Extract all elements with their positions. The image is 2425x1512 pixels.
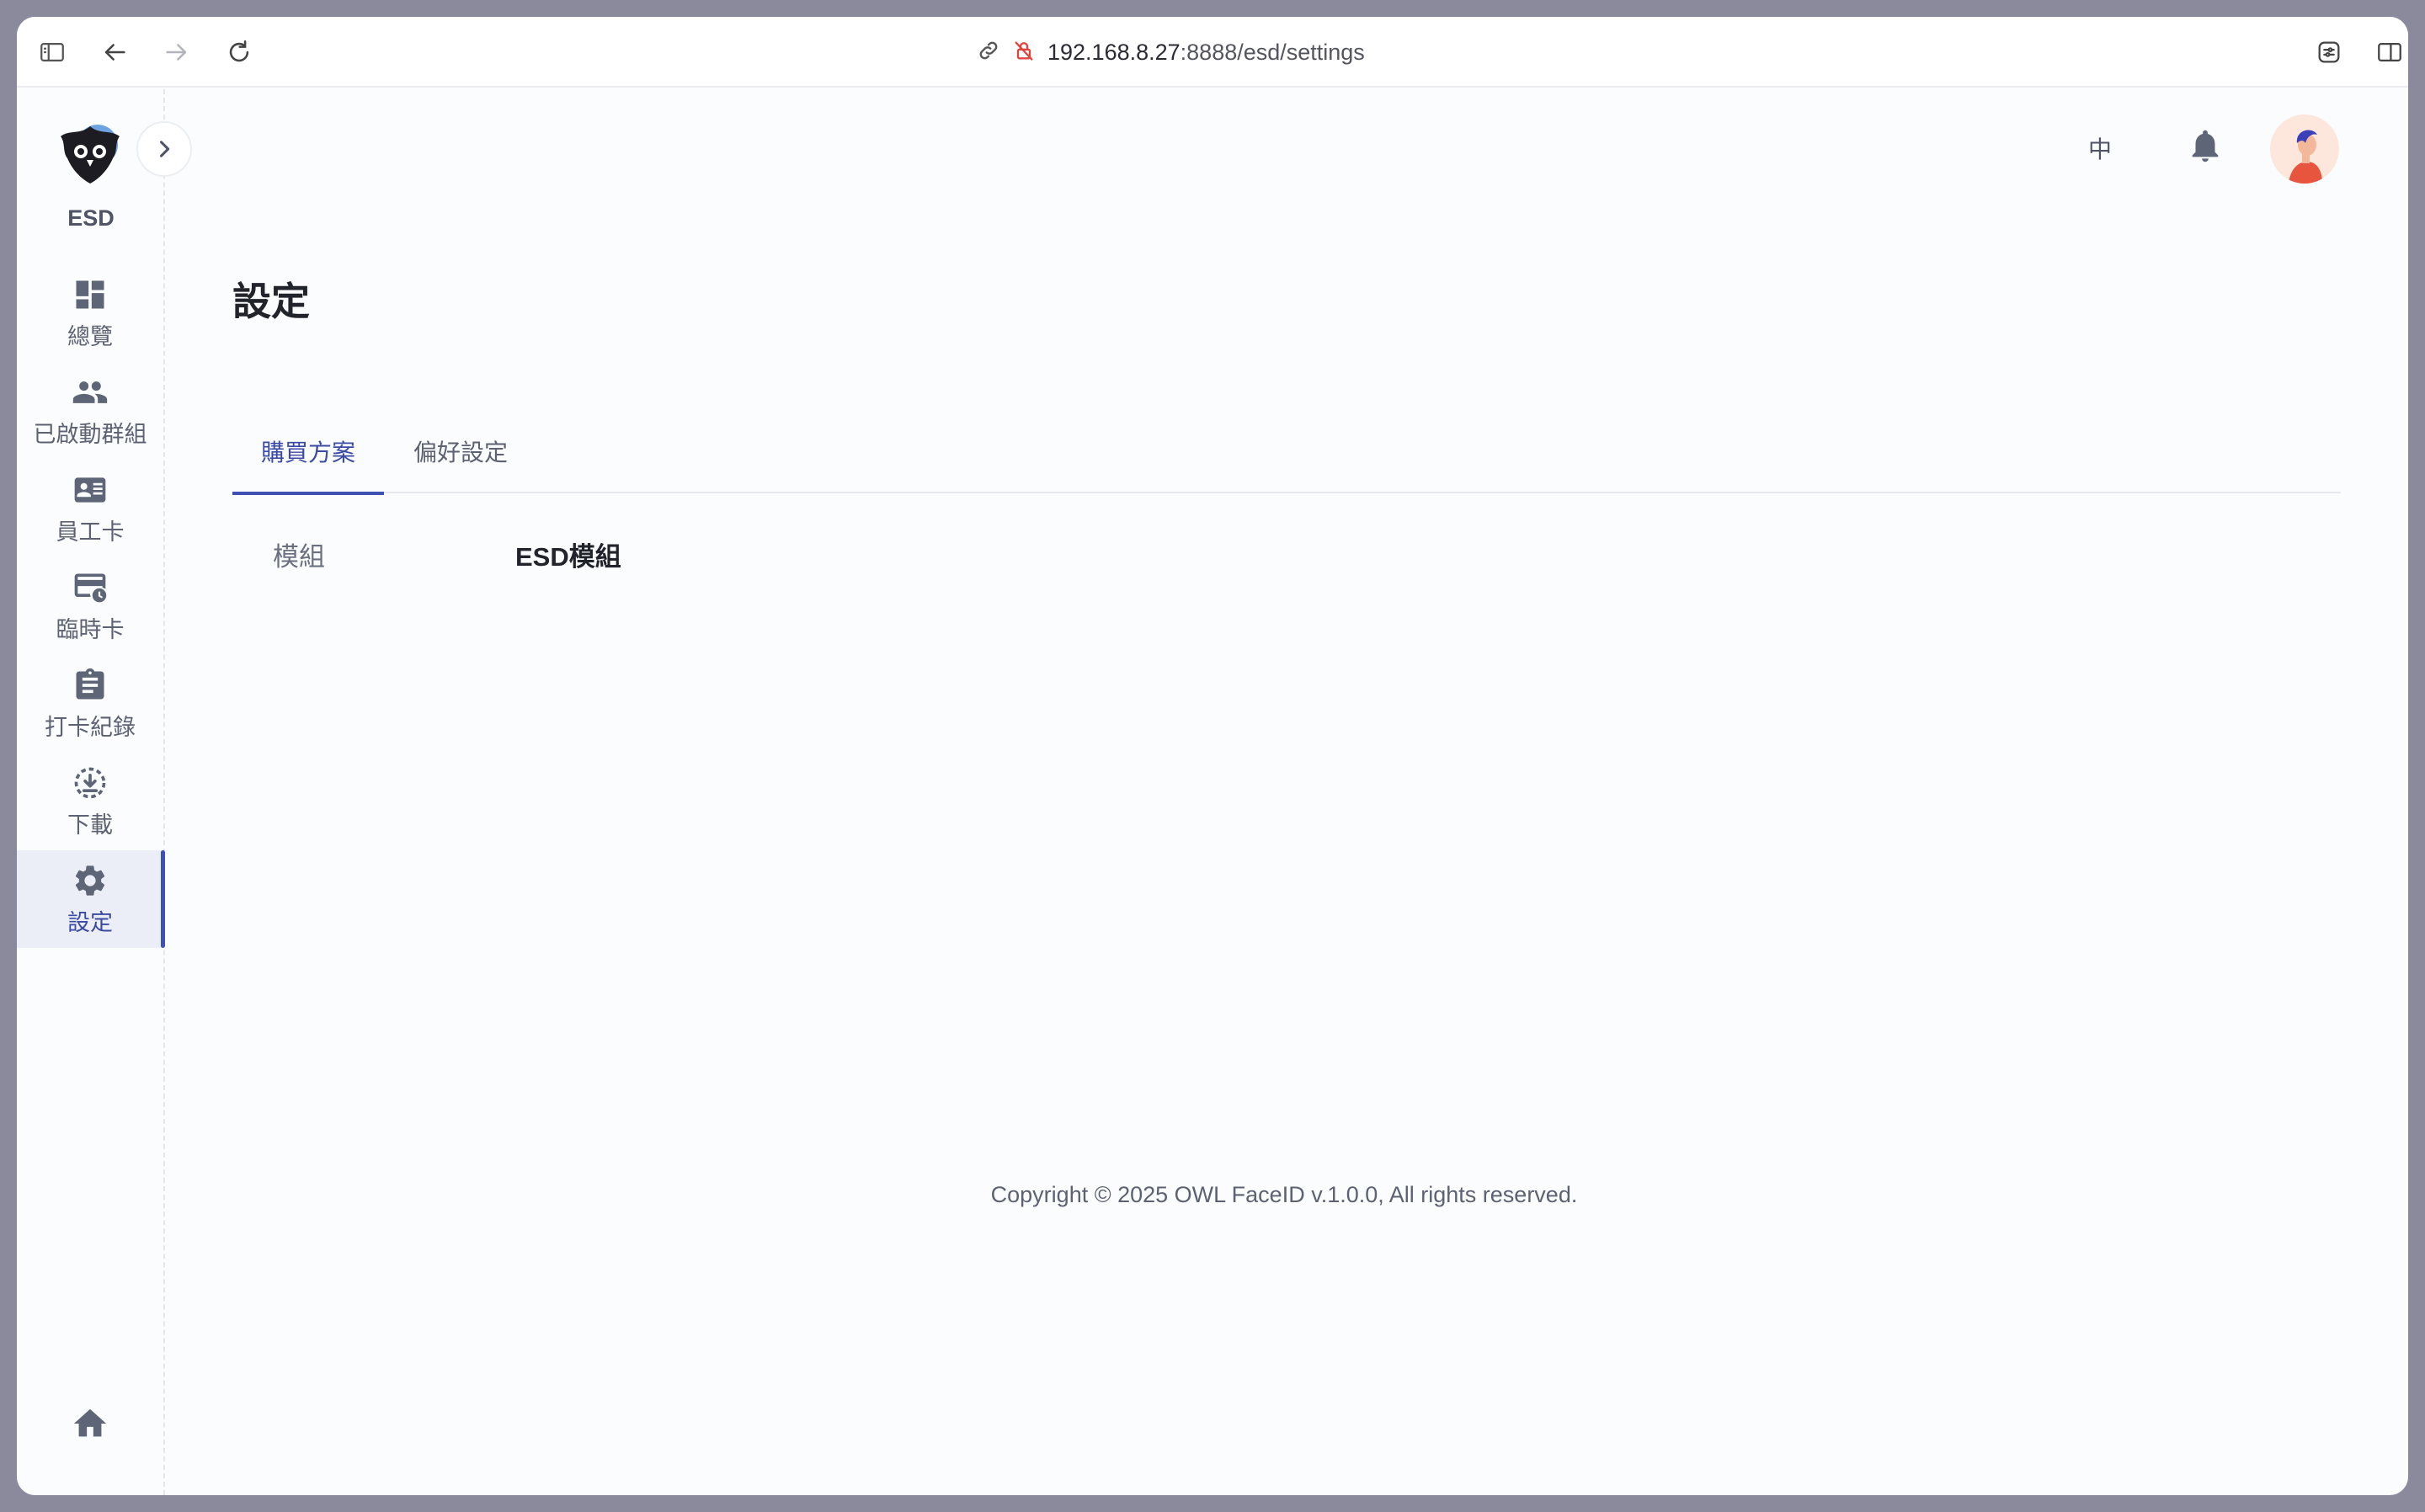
temp-card-icon bbox=[74, 573, 107, 602]
sidebar-item-label: 打卡紀錄 bbox=[45, 714, 136, 740]
dashboard-icon bbox=[76, 280, 104, 308]
footer-copyright: Copyright © 2025 OWL FaceID v.1.0.0, All… bbox=[990, 1182, 1578, 1207]
sidebar-item-label: 總覽 bbox=[67, 323, 113, 349]
sidebar-item-temp-card[interactable]: 臨時卡 bbox=[17, 557, 163, 655]
id-card-icon bbox=[74, 476, 106, 503]
url-path: :8888/esd/settings bbox=[1180, 39, 1365, 65]
sidebar: ESD 總覽 已啟動群組 員工卡 臨時卡 打卡紀錄 下載 設定 bbox=[17, 89, 165, 1495]
sidebar-item-label: 已啟動群組 bbox=[33, 421, 147, 447]
sidebar-item-label: 下載 bbox=[67, 812, 113, 838]
sidebar-item-label: 臨時卡 bbox=[56, 616, 125, 642]
sidebar-item-employee-card[interactable]: 員工卡 bbox=[17, 460, 163, 557]
clipboard-icon bbox=[76, 668, 104, 699]
module-value: ESD模組 bbox=[515, 542, 621, 572]
sidebar-item-settings[interactable]: 設定 bbox=[17, 850, 165, 948]
sidebar-item-active-groups[interactable]: 已啟動群組 bbox=[17, 362, 163, 460]
url-host: 192.168.8.27 bbox=[1047, 39, 1181, 65]
owl-logo bbox=[56, 118, 125, 187]
address-bar[interactable]: 192.168.8.27:8888/esd/settings bbox=[977, 32, 1365, 72]
sidebar-item-download[interactable]: 下載 bbox=[17, 753, 163, 850]
sidebar-nav: 總覽 已啟動群組 員工卡 臨時卡 打卡紀錄 下載 設定 bbox=[17, 264, 165, 948]
url-text: 192.168.8.27:8888/esd/settings bbox=[1047, 40, 1365, 66]
gear-icon bbox=[75, 865, 105, 896]
sidebar-item-clock-records[interactable]: 打卡紀錄 bbox=[17, 655, 163, 753]
insecure-lock-icon bbox=[1012, 39, 1036, 67]
sidebar-item-overview[interactable]: 總覽 bbox=[17, 264, 163, 362]
user-avatar[interactable] bbox=[2270, 114, 2339, 184]
extensions-icon[interactable] bbox=[2312, 35, 2346, 69]
bell-icon bbox=[2192, 130, 2219, 162]
sidebar-item-label: 員工卡 bbox=[56, 519, 125, 545]
notification-button[interactable] bbox=[2186, 126, 2225, 165]
home-button[interactable] bbox=[71, 1404, 111, 1445]
page-title: 設定 bbox=[232, 280, 310, 323]
sidebar-item-label: 設定 bbox=[67, 909, 113, 935]
browser-toolbar: 192.168.8.27:8888/esd/settings bbox=[17, 17, 2408, 88]
avatar-icon bbox=[2289, 130, 2322, 184]
forward-arrow-icon[interactable] bbox=[160, 35, 194, 69]
settings-tabs: 購買方案 偏好設定 bbox=[232, 409, 2341, 495]
group-icon bbox=[72, 381, 108, 403]
tab-purchase-plan[interactable]: 購買方案 bbox=[232, 409, 384, 495]
link-icon bbox=[977, 39, 1000, 67]
back-arrow-icon[interactable] bbox=[98, 35, 131, 69]
module-label: 模組 bbox=[273, 542, 325, 572]
sidebar-expand-button[interactable] bbox=[136, 121, 192, 177]
language-switch[interactable]: 中 bbox=[2088, 131, 2112, 165]
reload-icon[interactable] bbox=[222, 35, 256, 69]
tab-preferences[interactable]: 偏好設定 bbox=[384, 409, 537, 493]
browser-window: 192.168.8.27:8888/esd/settings ESD 總覽 已啟… bbox=[17, 17, 2408, 1495]
sidebar-toggle-icon[interactable] bbox=[35, 35, 69, 69]
chevron-right-icon bbox=[159, 141, 170, 157]
home-icon bbox=[73, 1408, 107, 1437]
split-view-icon[interactable] bbox=[2373, 35, 2406, 69]
download-icon bbox=[74, 767, 106, 798]
brand-name: ESD bbox=[67, 205, 115, 231]
